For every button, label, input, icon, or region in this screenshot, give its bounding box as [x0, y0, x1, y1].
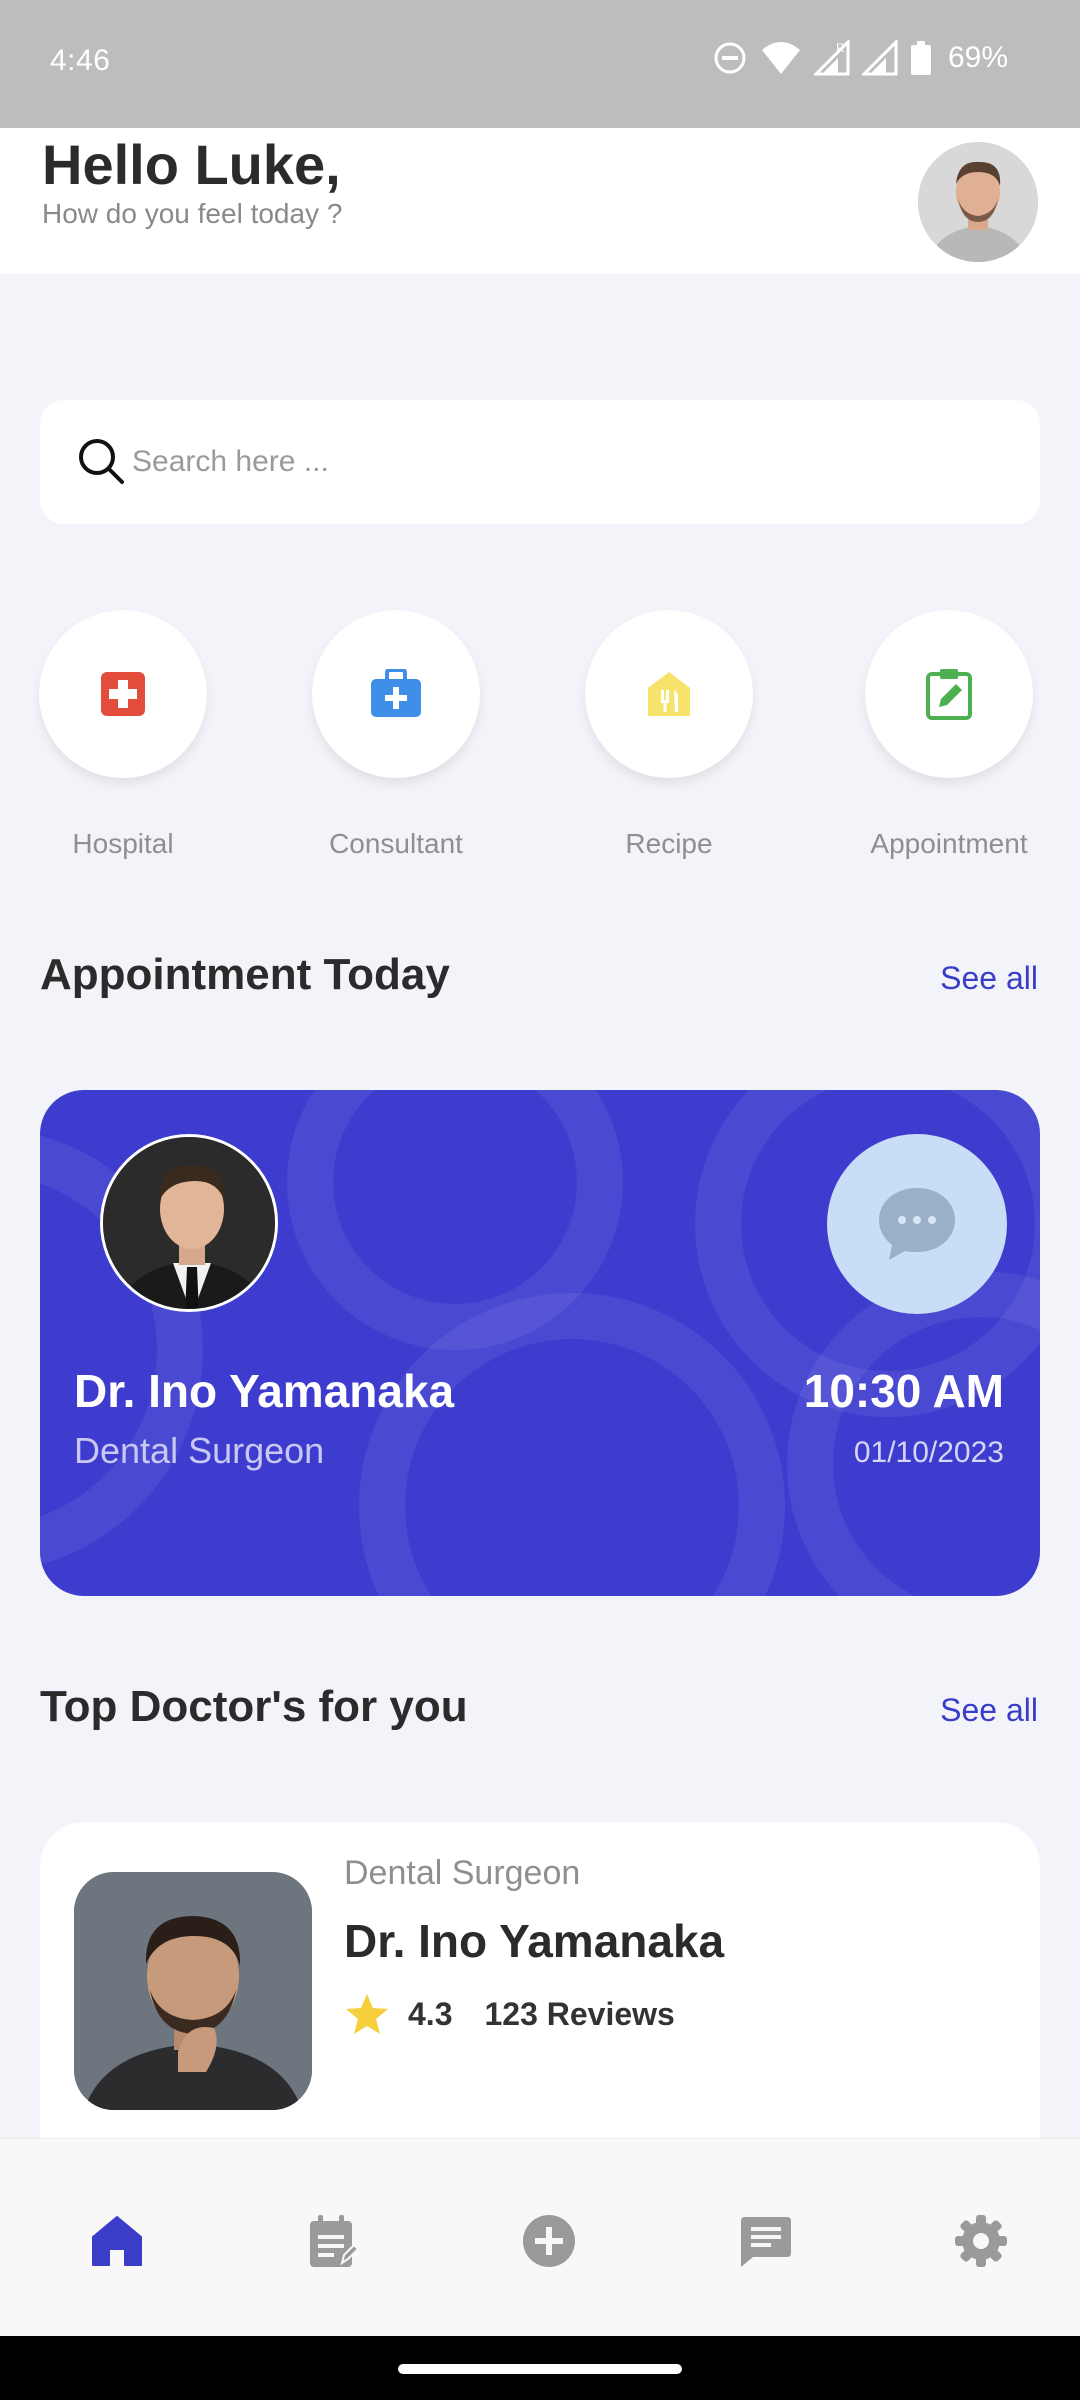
greeting-subtitle: How do you feel today ?	[42, 198, 343, 229]
doctor-card[interactable]: Dental Surgeon Dr. Ino Yamanaka 4.3 123 …	[40, 1822, 1040, 2142]
wifi-icon	[761, 42, 800, 74]
food-tag-icon	[648, 672, 690, 716]
hospital-icon	[101, 672, 145, 716]
app-screen: 4:46 R 69% Hello Luke, How do you feel t…	[0, 0, 1080, 2400]
nav-home[interactable]	[81, 2205, 153, 2277]
appointment-time: 10:30 AM	[803, 1365, 1004, 1417]
doctor-card-image	[74, 1872, 312, 2110]
doctor-card-photo	[74, 1872, 312, 2110]
category-hospital-button[interactable]	[39, 610, 207, 778]
greeting-title: Hello Luke,	[42, 133, 341, 196]
status-icons: R 69%	[712, 40, 1008, 76]
signal-roaming-icon	[861, 40, 898, 76]
avatar-image	[918, 142, 1038, 262]
nav-chat[interactable]	[729, 2205, 801, 2277]
status-time: 4:46	[50, 44, 111, 77]
bottom-navigation	[0, 2138, 1080, 2336]
appointment-see-all-link[interactable]: See all	[940, 960, 1038, 997]
category-label: Consultant	[329, 828, 463, 859]
appointment-doctor-name: Dr. Ino Yamanaka	[74, 1365, 455, 1417]
search-input[interactable]	[132, 430, 992, 494]
category-label: Recipe	[625, 828, 713, 859]
category-label: Appointment	[870, 828, 1028, 859]
category-recipe[interactable]: Recipe	[584, 610, 754, 860]
svg-text:R: R	[836, 41, 845, 55]
top-doctors-see-all-link[interactable]: See all	[940, 1692, 1038, 1729]
category-label: Hospital	[72, 828, 174, 859]
category-hospital[interactable]: Hospital	[38, 610, 208, 860]
medical-bag-icon	[371, 669, 421, 717]
add-circle-icon	[523, 2215, 575, 2267]
doctor-photo	[100, 1134, 278, 1312]
do-not-disturb-icon	[714, 42, 746, 74]
header: Hello Luke, How do you feel today ?	[0, 128, 1080, 274]
category-consultant-button[interactable]	[312, 610, 480, 778]
star-icon	[346, 1994, 388, 2034]
nav-settings[interactable]	[945, 2205, 1017, 2277]
doctor-card-specialty: Dental Surgeon	[344, 1854, 581, 1892]
user-avatar[interactable]	[918, 142, 1038, 262]
category-recipe-button[interactable]	[585, 610, 753, 778]
chat-button[interactable]	[827, 1134, 1007, 1314]
category-appointment-button[interactable]	[865, 610, 1033, 778]
top-doctors-section-title: Top Doctor's for you	[40, 1682, 468, 1731]
category-consultant[interactable]: Consultant	[311, 610, 481, 860]
search-icon	[79, 439, 124, 484]
appointment-date: 01/10/2023	[853, 1436, 1004, 1469]
clipboard-edit-icon	[926, 669, 972, 720]
nav-notes[interactable]	[296, 2205, 368, 2277]
doctor-card-name: Dr. Ino Yamanaka	[344, 1915, 725, 1967]
chat-dots-icon	[879, 1188, 955, 1260]
status-bar: 4:46 R 69%	[0, 0, 1080, 128]
signal-icon: R	[813, 40, 850, 76]
doctor-card-rating: 4.3 123 Reviews	[344, 1992, 675, 2036]
appointment-section-title: Appointment Today	[40, 950, 450, 999]
battery-icon	[910, 41, 931, 75]
appointment-doctor-specialty: Dental Surgeon	[74, 1430, 325, 1471]
settings-icon	[955, 2215, 1007, 2267]
chat-icon	[741, 2217, 791, 2267]
doctor-image	[103, 1137, 275, 1309]
gesture-bar-area	[0, 2336, 1080, 2400]
home-icon	[92, 2216, 142, 2266]
appointment-card[interactable]: Dr. Ino Yamanaka Dental Surgeon 10:30 AM…	[40, 1090, 1040, 1596]
review-count: 123 Reviews	[484, 1995, 675, 2032]
category-appointment[interactable]: Appointment	[864, 610, 1034, 860]
home-gesture-pill[interactable]	[398, 2364, 682, 2374]
battery-percentage: 69%	[947, 41, 1008, 74]
notes-icon	[310, 2215, 358, 2267]
nav-add[interactable]	[513, 2205, 585, 2277]
rating-value: 4.3	[408, 1995, 453, 2032]
search-bar[interactable]	[40, 400, 1040, 524]
